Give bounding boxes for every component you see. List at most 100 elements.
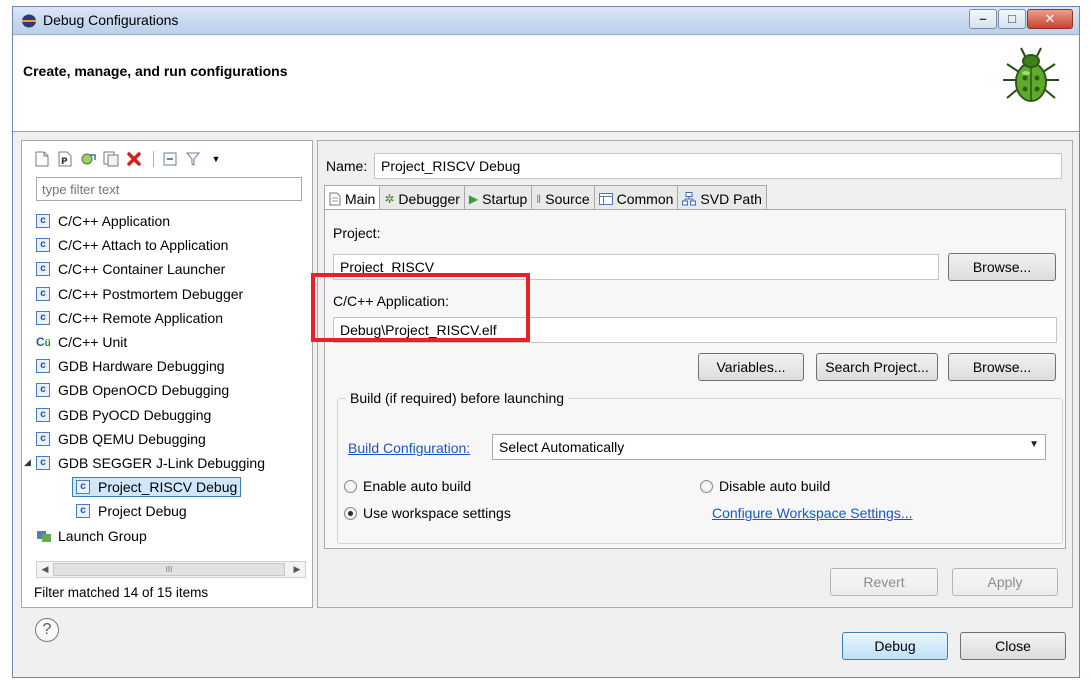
tab-common[interactable]: Common (593, 185, 679, 209)
c-config-icon: c (36, 455, 50, 470)
project-label: Project: (333, 225, 381, 241)
build-configuration-select[interactable]: Select Automatically ▼ (492, 434, 1046, 460)
debug-button[interactable]: Debug (842, 632, 948, 660)
scroll-thumb[interactable]: III (53, 563, 285, 576)
radio-label: Enable auto build (363, 478, 472, 494)
tree-item-cpp-unit[interactable]: Cü C/C++ Unit (36, 330, 306, 354)
tree-item-gdb-segger-jlink[interactable]: ◢ c GDB SEGGER J-Link Debugging (24, 451, 306, 475)
filter-icon[interactable] (183, 150, 203, 168)
search-project-button[interactable]: Search Project... (816, 353, 938, 381)
tree-item-project-debug[interactable]: c Project Debug (36, 499, 306, 523)
scroll-left-icon[interactable]: ◀ (37, 562, 53, 577)
c-config-icon: c (36, 310, 50, 325)
maximize-button[interactable]: □ (998, 9, 1026, 29)
build-configuration-value: Select Automatically (499, 439, 625, 455)
source-tab-icon: ǁ (536, 191, 542, 206)
view-menu-dropdown-icon[interactable]: ▼ (206, 150, 226, 168)
horizontal-scrollbar[interactable]: ◀ III ▶ (36, 561, 306, 578)
tree-item-gdb-qemu[interactable]: c GDB QEMU Debugging (36, 427, 306, 451)
export-icon[interactable] (78, 150, 98, 168)
svg-text:P: P (61, 157, 68, 167)
configure-workspace-settings-link[interactable]: Configure Workspace Settings... (712, 505, 913, 521)
left-toolbar: P ▼ (32, 149, 229, 169)
c-config-icon: c (36, 238, 50, 253)
name-input[interactable]: Project_RISCV Debug (374, 153, 1062, 179)
tab-label: Main (345, 191, 376, 207)
startup-tab-icon: ▶ (468, 191, 479, 206)
tree-item-label: C/C++ Application (58, 213, 171, 230)
maximize-icon: □ (1008, 11, 1016, 26)
tree-item-label: GDB SEGGER J-Link Debugging (58, 454, 265, 471)
disable-auto-build-radio[interactable]: Disable auto build (700, 478, 830, 494)
tree-item-gdb-pyocd[interactable]: c GDB PyOCD Debugging (36, 403, 306, 427)
new-configuration-icon[interactable] (32, 150, 52, 168)
filter-status: Filter matched 14 of 15 items (34, 585, 209, 600)
tab-startup[interactable]: ▶ Startup (463, 185, 533, 209)
banner-title: Create, manage, and run configurations (23, 63, 288, 79)
radio-label: Use workspace settings (363, 505, 511, 521)
tree-item-cpp-remote[interactable]: c C/C++ Remote Application (36, 306, 306, 330)
build-group-title: Build (if required) before launching (346, 390, 569, 406)
apply-button[interactable]: Apply (952, 568, 1058, 596)
tab-source[interactable]: ǁ Source (531, 185, 595, 209)
build-configuration-link[interactable]: Build Configuration: (348, 440, 470, 456)
debugger-tab-icon: ✲ (384, 191, 395, 206)
c-config-icon: c (36, 262, 50, 277)
tab-svd-path[interactable]: SVD Path (677, 185, 767, 209)
tree-item-label: Project_RISCV Debug (98, 479, 238, 496)
delete-icon[interactable] (124, 150, 144, 168)
title-bar[interactable]: Debug Configurations – □ ✕ (13, 7, 1079, 35)
name-label: Name: (326, 158, 368, 174)
radio-label: Disable auto build (719, 478, 831, 494)
expand-arrow-icon[interactable]: ◢ (24, 457, 36, 468)
tab-label: Common (616, 190, 674, 207)
close-button[interactable]: Close (960, 632, 1066, 660)
tree-item-label: GDB Hardware Debugging (58, 358, 225, 375)
tab-label: SVD Path (700, 190, 762, 207)
chevron-down-icon: ▼ (1029, 439, 1039, 450)
c-unit-icon: Cü (36, 335, 51, 350)
enable-auto-build-radio[interactable]: Enable auto build (344, 478, 471, 494)
tree-item-label: C/C++ Container Launcher (58, 261, 226, 278)
tree-item-cpp-postmortem[interactable]: c C/C++ Postmortem Debugger (36, 282, 306, 306)
tab-debugger[interactable]: ✲ Debugger (379, 185, 465, 209)
close-window-button[interactable]: ✕ (1027, 9, 1073, 29)
tree-item-cpp-container[interactable]: c C/C++ Container Launcher (36, 257, 306, 281)
application-browse-button[interactable]: Browse... (948, 353, 1056, 381)
tree-item-label: C/C++ Postmortem Debugger (58, 285, 244, 302)
tree-item-gdb-hardware[interactable]: c GDB Hardware Debugging (36, 354, 306, 378)
collapse-all-icon[interactable] (160, 150, 180, 168)
help-icon[interactable]: ? (35, 618, 59, 642)
tree-item-cpp-application[interactable]: c C/C++ Application (36, 209, 306, 233)
tree-item-label: GDB QEMU Debugging (58, 430, 206, 447)
project-browse-button[interactable]: Browse... (948, 253, 1056, 281)
radio-selected-icon (344, 506, 357, 520)
c-config-icon: c (36, 383, 50, 398)
tree-item-cpp-attach[interactable]: c C/C++ Attach to Application (36, 233, 306, 257)
common-tab-icon (598, 192, 613, 205)
revert-button[interactable]: Revert (830, 568, 938, 596)
svd-tab-icon (682, 191, 697, 205)
window-title: Debug Configurations (43, 12, 179, 28)
scroll-right-icon[interactable]: ▶ (289, 562, 305, 577)
c-config-icon: c (36, 214, 50, 229)
tab-label: Source (545, 190, 590, 207)
window-controls: – □ ✕ (968, 9, 1073, 29)
header-banner: Create, manage, and run configurations (13, 36, 1079, 132)
tree-item-gdb-openocd[interactable]: c GDB OpenOCD Debugging (36, 378, 306, 402)
use-workspace-settings-radio[interactable]: Use workspace settings (344, 505, 511, 521)
filter-input[interactable] (36, 177, 302, 201)
tree-item-label: C/C++ Remote Application (58, 309, 223, 326)
tab-main[interactable]: Main (324, 185, 381, 210)
red-highlight-box (311, 273, 530, 342)
bug-icon (1003, 47, 1059, 102)
variables-button[interactable]: Variables... (698, 353, 804, 381)
tree-item-project-riscv-debug[interactable]: c Project_RISCV Debug (36, 475, 306, 499)
build-settings-group: Build (if required) before launching Bui… (337, 390, 1063, 544)
c-config-icon: c (36, 359, 50, 374)
new-prototype-icon[interactable]: P (55, 150, 75, 168)
tree-item-launch-group[interactable]: Launch Group (36, 523, 306, 547)
tab-bar: Main ✲ Debugger ▶ Startup ǁ Source Commo… (324, 185, 767, 210)
minimize-button[interactable]: – (969, 9, 997, 29)
duplicate-icon[interactable] (101, 150, 121, 168)
